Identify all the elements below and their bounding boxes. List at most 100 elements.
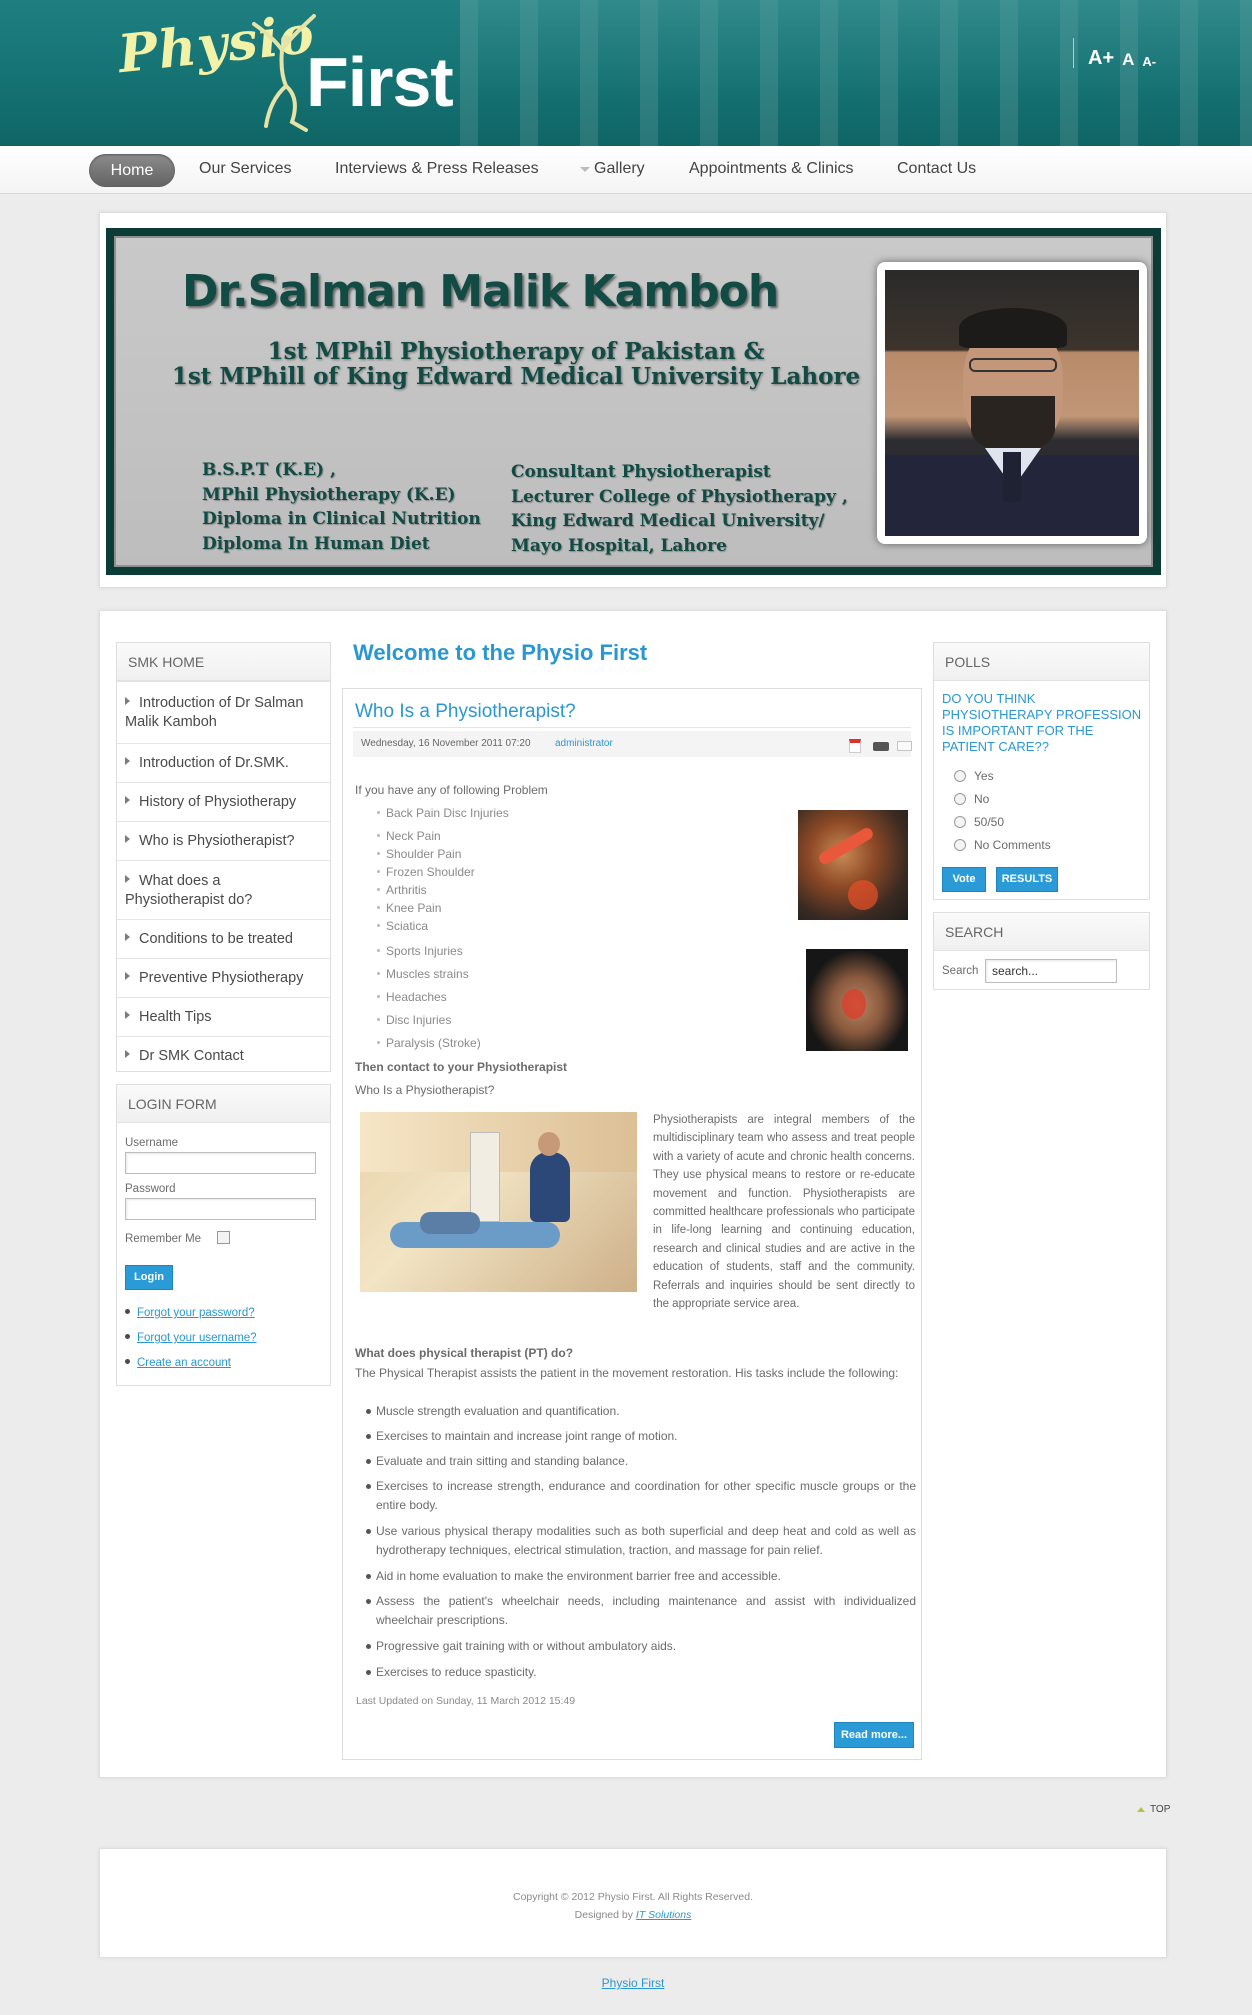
remember-me-label: Remember Me [125,1233,202,1245]
left-menu-item[interactable]: Health Tips [117,997,330,1036]
problem-item: Headaches [377,990,447,1004]
nav-interviews-press[interactable]: Interviews & Press Releases [335,160,539,178]
password-input[interactable] [125,1198,316,1220]
font-decrease-icon[interactable]: A- [1142,55,1156,68]
banner-qualification: B.S.P.T (K.E) , [202,460,336,480]
print-icon[interactable] [873,742,889,751]
poll-option[interactable]: 50/50 [954,815,1004,829]
arrow-right-icon [125,697,130,705]
bullet-icon [125,1334,130,1339]
create-account-link[interactable]: Create an account [137,1357,231,1369]
login-button[interactable]: Login [125,1265,173,1290]
header-background-image [460,0,1252,146]
task-item: Aid in home evaluation to make the envir… [366,1567,916,1586]
designed-by: Designed by IT Solutions [574,1909,692,1921]
banner-qualification: MPhil Physiotherapy (K.E) [202,484,456,505]
polls-module: POLLS DO YOU THINK PHYSIOTHERAPY PROFESS… [933,642,1150,900]
remember-me-checkbox[interactable] [217,1231,230,1244]
vote-button[interactable]: Vote [942,867,986,892]
task-item: Exercises to reduce spasticity. [366,1663,916,1682]
problem-item: Shoulder Pain [377,847,461,861]
doctor-banner: Dr.Salman Malik Kamboh 1st MPhil Physiot… [106,228,1161,575]
problem-item: Muscles strains [377,967,469,981]
therapy-session-image [360,1112,637,1292]
footer-site-link[interactable]: Physio First [0,1976,1252,1990]
results-button[interactable]: RESULTS [996,867,1058,892]
nav-home[interactable]: Home [89,154,175,187]
nav-contact-us[interactable]: Contact Us [897,160,976,178]
email-icon[interactable] [897,741,912,751]
back-to-top[interactable]: TOP [1137,1804,1170,1815]
anatomy-image [798,810,908,920]
arrow-right-icon [125,1050,130,1058]
search-input[interactable]: search... [985,959,1117,983]
left-menu-item[interactable]: Preventive Physiotherapy [117,958,330,997]
task-item: Assess the patient's wheelchair needs, i… [366,1592,916,1630]
problem-item: Sports Injuries [377,944,463,958]
read-more-button[interactable]: Read more... [834,1722,914,1748]
task-item: Use various physical therapy modalities … [366,1522,916,1560]
nav-gallery[interactable]: Gallery [594,160,645,178]
problem-item: Knee Pain [377,901,441,915]
radio-icon [954,793,966,805]
banner-subtitle-2: 1st MPhill of King Edward Medical Univer… [171,363,861,390]
problem-item: Neck Pain [377,829,441,843]
article-meta-bar: Wednesday, 16 November 2011 07:20 admini… [353,731,912,757]
font-increase-icon[interactable]: A+ [1088,48,1114,68]
username-label: Username [125,1137,179,1149]
problem-item: Paralysis (Stroke) [377,1036,481,1050]
problem-item: Sciatica [377,919,428,933]
banner-subtitle-1: 1st MPhil Physiotherapy of Pakistan & [267,338,765,365]
article-author[interactable]: administrator [555,738,613,749]
poll-question: DO YOU THINK PHYSIOTHERAPY PROFESSION IS… [942,691,1142,754]
problem-item: Frozen Shoulder [377,865,475,879]
username-input[interactable] [125,1152,316,1174]
nav-our-services[interactable]: Our Services [199,160,291,178]
password-label: Password [125,1183,176,1195]
left-menu-item[interactable]: Conditions to be treated [117,919,330,958]
poll-option[interactable]: No [954,792,989,806]
left-menu-item[interactable]: Dr SMK Contact [117,1036,330,1074]
forgot-username-link[interactable]: Forgot your username? [137,1332,257,1344]
smk-home-module: SMK HOME Introduction of Dr Salman Malik… [116,642,331,1072]
up-arrow-icon [1137,1807,1145,1812]
bullet-icon [125,1309,130,1314]
banner-role: Mayo Hospital, Lahore [511,535,727,556]
poll-option[interactable]: Yes [954,769,994,783]
task-item: Exercises to maintain and increase joint… [366,1427,916,1446]
left-menu-item[interactable]: What does a Physiotherapist do? [117,860,330,919]
smk-home-title: SMK HOME [117,643,330,681]
task-item: Evaluate and train sitting and standing … [366,1452,916,1471]
site-header: Physio First A+ A A- [0,0,1252,146]
radio-icon [954,839,966,851]
poll-option[interactable]: No Comments [954,838,1051,852]
pdf-icon[interactable] [849,739,861,753]
copyright: Copyright © 2012 Physio First. All Right… [512,1891,753,1903]
who-line: Who Is a Physiotherapist? [355,1083,495,1097]
arrow-right-icon [125,875,130,883]
banner-qualification: Diploma in Clinical Nutrition [202,509,481,529]
forgot-password-item: Forgot your password? [125,1307,255,1319]
problems-intro: If you have any of following Problem [355,783,548,797]
task-item: Progressive gait training with or withou… [366,1637,916,1656]
banner-role: Consultant Physiotherapist [511,462,771,482]
nav-appointments-clinics[interactable]: Appointments & Clinics [689,160,854,178]
bullet-icon [125,1359,130,1364]
arrow-right-icon [125,796,130,804]
left-menu-item[interactable]: Who is Physiotherapist? [117,821,330,860]
left-menu-item[interactable]: History of Physiotherapy [117,782,330,821]
banner-role: King Edward Medical University/ [511,511,825,531]
font-reset-icon[interactable]: A [1122,51,1134,68]
designer-link[interactable]: IT Solutions [636,1909,691,1921]
banner-role: Lecturer College of Physiotherapy , [511,486,848,507]
font-size-tools: A+ A A- [1073,38,1156,68]
logo-first-text[interactable]: First [306,42,454,122]
problem-item: Arthritis [377,883,427,897]
left-menu-item[interactable]: Introduction of Dr Salman Malik Kamboh [117,681,330,730]
left-menu-item[interactable]: Introduction of Dr.SMK. [117,743,330,782]
physiotherapist-paragraph: Physiotherapists are integral members of… [653,1114,915,1311]
contact-line: Then contact to your Physiotherapist [355,1060,568,1074]
login-title: LOGIN FORM [117,1085,330,1123]
forgot-password-link[interactable]: Forgot your password? [137,1307,255,1319]
article-title[interactable]: Who Is a Physiotherapist? [355,701,576,723]
